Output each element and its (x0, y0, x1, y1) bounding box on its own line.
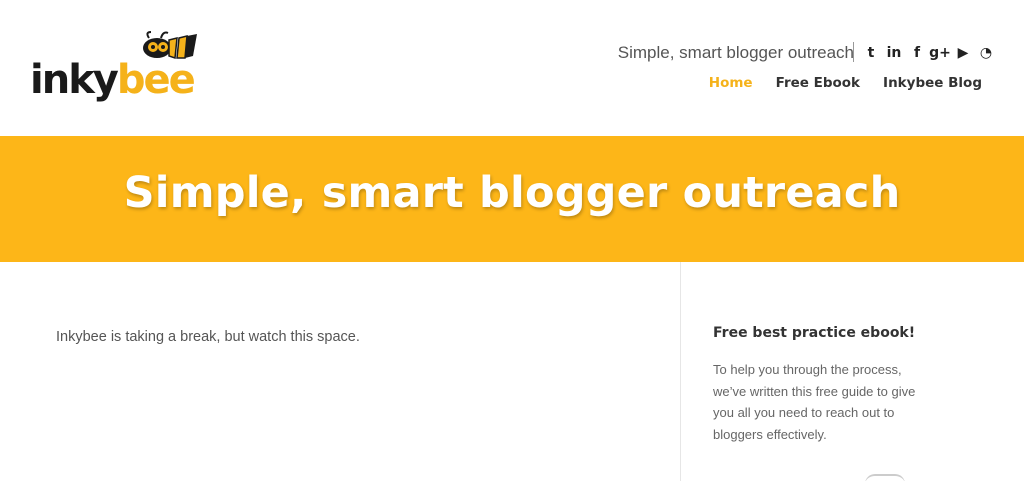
facebook-icon[interactable]: f (908, 44, 926, 62)
logo-wordmark: inkybee (30, 56, 196, 104)
linkedin-icon[interactable]: in (885, 44, 903, 62)
logo-text-inky: inky (30, 57, 119, 103)
youtube-icon[interactable]: ▶ (954, 44, 972, 62)
main-content: Inkybee is taking a break, but watch thi… (0, 262, 680, 481)
tagline-divider (853, 42, 854, 62)
sidebar-title: Free best practice ebook! (713, 325, 916, 341)
nav-item-home[interactable]: Home (709, 74, 753, 92)
hero-banner: Simple, smart blogger outreach (0, 136, 1024, 262)
nav-item-free-ebook[interactable]: Free Ebook (776, 74, 860, 92)
main-nav: Home Free Ebook Inkybee Blog (709, 74, 982, 92)
inkybee-logo[interactable]: inkybee (30, 30, 200, 110)
rss-icon[interactable]: ◔ (977, 44, 995, 62)
sidebar-body-line: you all you need to reach out to (713, 405, 895, 420)
nav-item-inkybee-blog[interactable]: Inkybee Blog (883, 74, 982, 92)
hero-title: Simple, smart blogger outreach (123, 168, 901, 218)
content-divider (680, 262, 681, 481)
social-links: t in f g+ ▶ ◔ (862, 44, 995, 62)
sidebar-body-line: we’ve written this free guide to give (713, 383, 916, 399)
sidebar-body-line: bloggers effectively. (713, 426, 827, 442)
main-message: Inkybee is taking a break, but watch thi… (56, 329, 360, 345)
google-plus-icon[interactable]: g+ (929, 44, 951, 62)
header-tagline: Simple, smart blogger outreach (617, 43, 854, 62)
logo-text-bee: bee (116, 57, 196, 103)
sidebar-body-line: To help you through the process, (713, 362, 902, 377)
sidebar-body: To help you through the process, we’ve w… (713, 359, 933, 445)
ebook-image-edge[interactable] (865, 474, 905, 481)
site-header: inkybee Simple, smart blogger outreach t… (0, 0, 1024, 136)
twitter-icon[interactable]: t (862, 44, 880, 62)
sidebar: Free best practice ebook! To help you th… (713, 262, 953, 481)
